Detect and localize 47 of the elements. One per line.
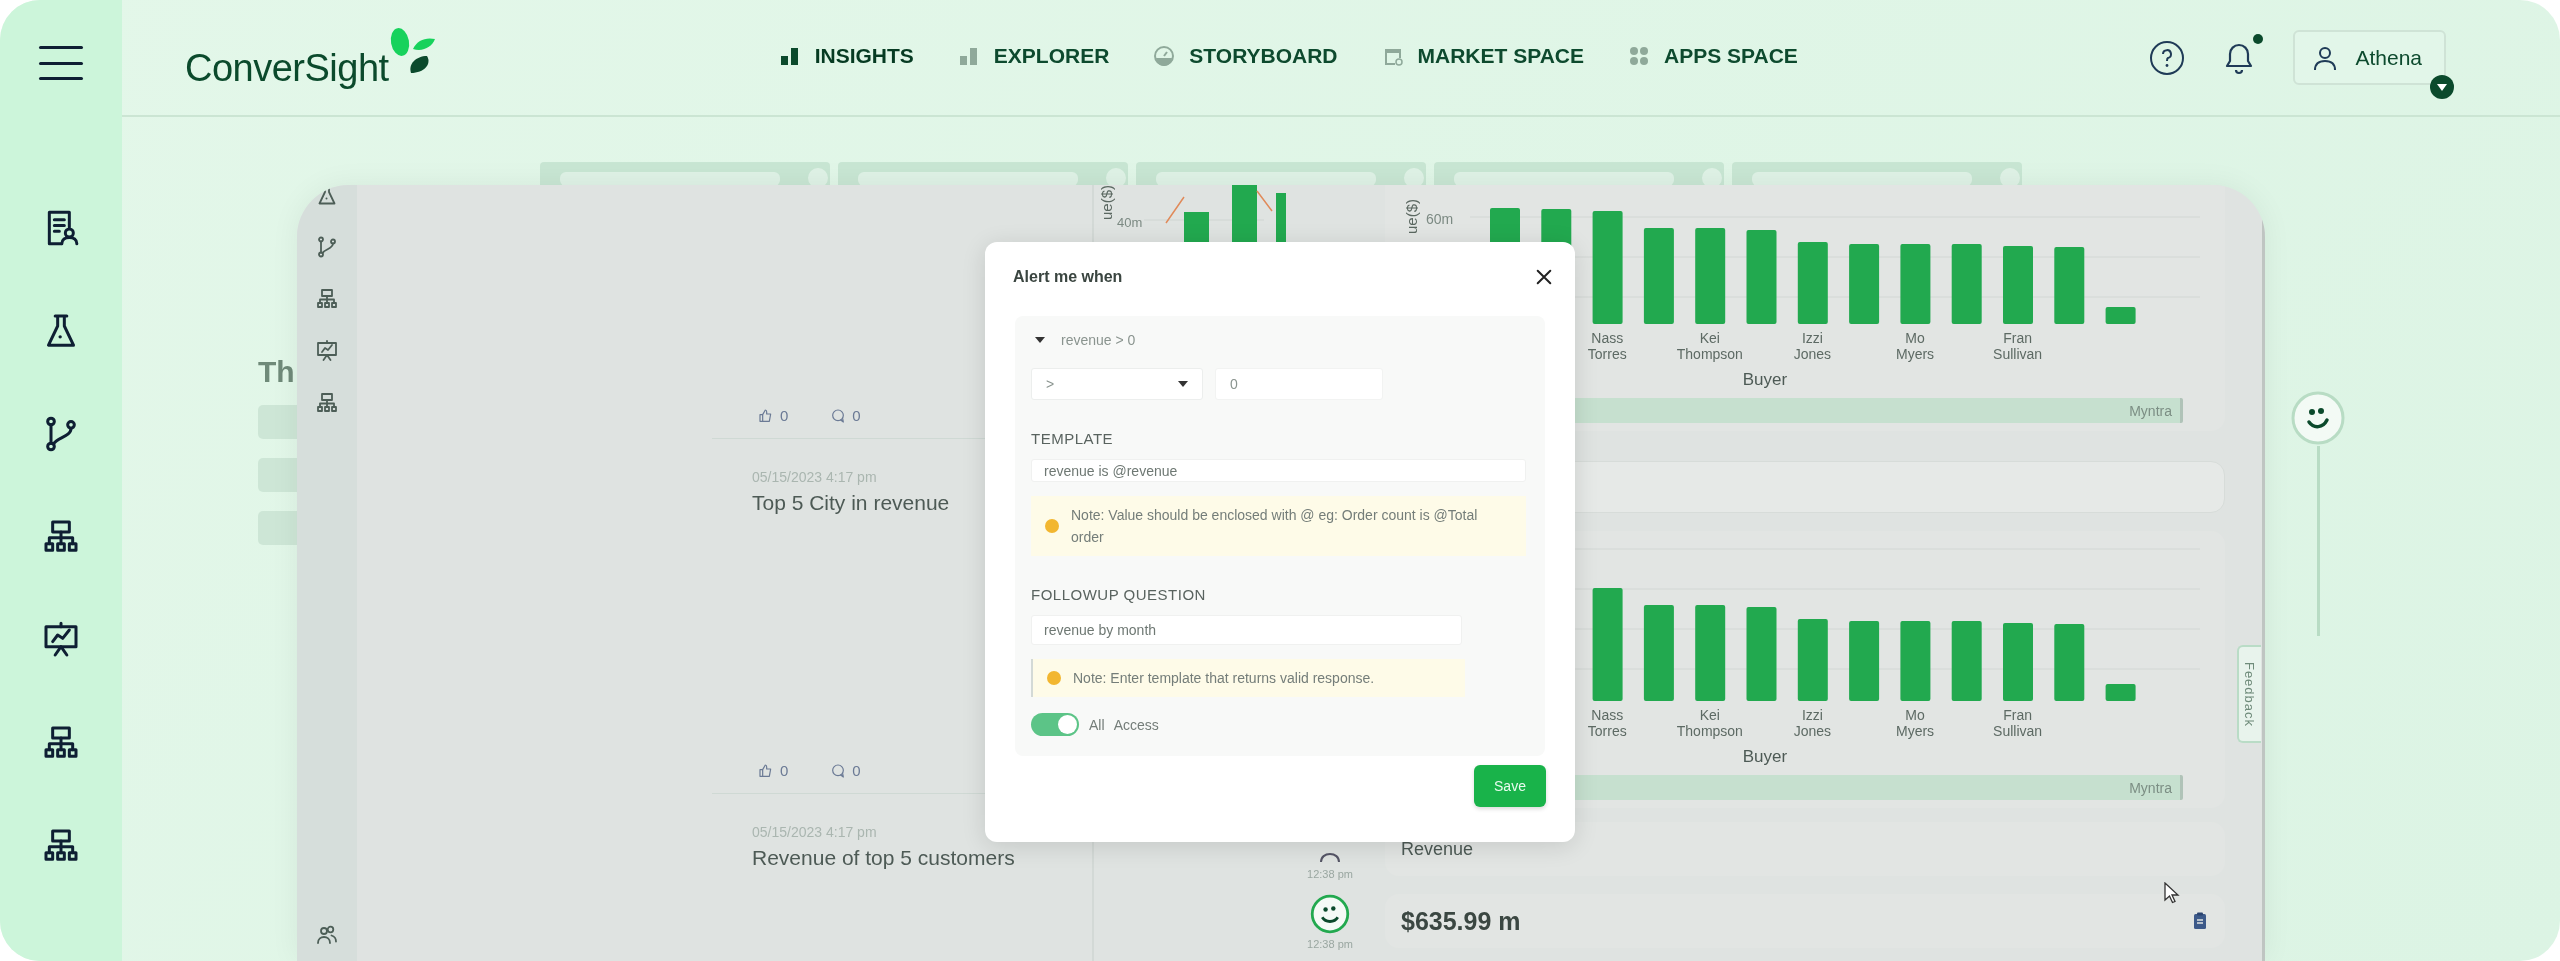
nav-tab[interactable]: MARKET SPACE (1381, 43, 1584, 68)
axis-label: Mo Myers (1895, 330, 1935, 362)
nav-tab[interactable]: INSIGHTS (778, 43, 914, 68)
value-field[interactable]: 0 (1215, 368, 1383, 400)
axis-tick: 60m (1426, 211, 1454, 227)
nav-tab[interactable]: EXPLORER (957, 43, 1110, 68)
insight-title[interactable]: Revenue of top 5 customers (752, 846, 1015, 870)
axis-title: Buyer (1741, 747, 1789, 767)
save-button[interactable]: Save (1474, 765, 1546, 807)
axis-label: Kei Thompson (1676, 707, 1743, 739)
axis-label: Izzi Jones (1793, 330, 1832, 362)
axis-title: Buyer (1741, 370, 1789, 390)
axis-label: Nass Torres (1587, 330, 1627, 362)
template-field[interactable]: revenue is @revenue (1031, 459, 1526, 482)
feedback-tab[interactable]: Feedback (2237, 645, 2261, 743)
like-button[interactable]: 0 (758, 407, 789, 424)
section-label: FOLLOWUP QUESTION (1031, 586, 1207, 603)
axis-label: Fran Sullivan (1993, 330, 2043, 362)
axis-label: ue($) (1403, 199, 1420, 235)
user-menu-button[interactable]: Athena (2293, 30, 2446, 85)
operator-dropdown[interactable]: > (1031, 368, 1203, 400)
note-text: Note: Enter template that returns valid response. (1073, 669, 1375, 688)
insight-title[interactable]: Top 5 City in revenue (752, 491, 950, 515)
axis-label: Fran Sullivan (1993, 707, 2043, 739)
section-heading: Th (258, 355, 295, 389)
message-time: 12:38 pm (1307, 868, 1353, 880)
toggle-label: All Access (1089, 716, 1159, 733)
nav-tab[interactable]: STORYBOARD (1153, 43, 1338, 68)
section-label: TEMPLATE (1031, 430, 1115, 447)
axis-label: Izzi Jones (1793, 707, 1832, 739)
comment-button[interactable]: 0 (830, 762, 861, 779)
axis-tick: 40m (1117, 215, 1143, 230)
followup-field[interactable]: revenue by month (1031, 615, 1462, 645)
answer-value: $635.99 m (1401, 906, 1522, 936)
axis-label: Nass Torres (1587, 707, 1627, 739)
note-text: Note: Value should be enclosed with @ eg: Order count is @Total order (1071, 506, 1479, 547)
message-text: Revenue (1401, 838, 1475, 860)
comment-button[interactable]: 0 (830, 407, 861, 424)
nav-tab[interactable]: APPS SPACE (1628, 43, 1798, 68)
dialog-title: Alert me when (1013, 268, 1123, 286)
message-time: 12:38 pm (1307, 938, 1353, 950)
logo-text: ConverSight (185, 47, 389, 90)
like-button[interactable]: 0 (758, 762, 789, 779)
condition-toggle[interactable]: revenue > 0 (1031, 332, 1529, 348)
axis-label: ue($) (1098, 185, 1115, 221)
axis-label: Kei Thompson (1676, 330, 1743, 362)
axis-label: Mo Myers (1895, 707, 1935, 739)
